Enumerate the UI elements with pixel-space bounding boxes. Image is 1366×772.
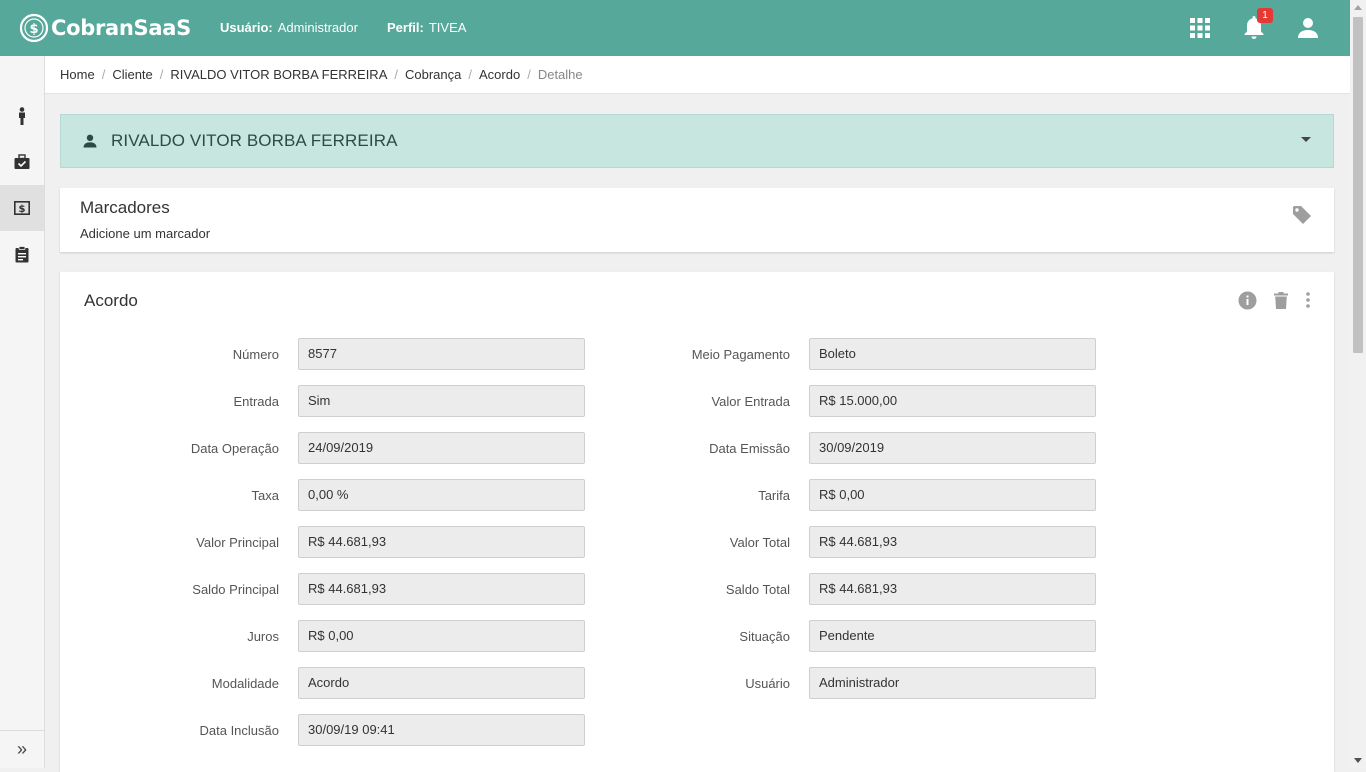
data-emissao-field[interactable]: 30/09/2019	[809, 432, 1096, 464]
tarifa-field[interactable]: R$ 0,00	[809, 479, 1096, 511]
sidebar-item-person[interactable]	[0, 93, 44, 139]
client-expansion-panel[interactable]: RIVALDO VITOR BORBA FERREIRA	[60, 114, 1334, 168]
person-icon	[19, 107, 25, 125]
juros-label: Juros	[247, 629, 279, 644]
info-icon	[1238, 291, 1256, 309]
info-button[interactable]	[1236, 289, 1258, 311]
numero-field[interactable]: 8577	[298, 338, 585, 370]
entrada-field[interactable]: Sim	[298, 385, 585, 417]
saldo-total-field[interactable]: R$ 44.681,93	[809, 573, 1096, 605]
sidebar: $ »	[0, 56, 45, 768]
briefcase-check-icon	[14, 154, 30, 169]
data-operacao-field[interactable]: 24/09/2019	[298, 432, 585, 464]
user-value: Administrador	[277, 20, 358, 35]
delete-button[interactable]	[1270, 289, 1292, 311]
svg-text:$: $	[29, 22, 38, 37]
juros-field[interactable]: R$ 0,00	[298, 620, 585, 652]
saldo-total-label: Saldo Total	[725, 582, 790, 597]
breadcrumb-separator: /	[394, 67, 398, 82]
tarifa-label: Tarifa	[758, 488, 790, 503]
meio-pagamento-label: Meio Pagamento	[691, 347, 790, 362]
sidebar-item-cobranca[interactable]: $	[0, 185, 44, 231]
scrollbar-thumb[interactable]	[1353, 17, 1363, 353]
meio-pagamento-field[interactable]: Boleto	[809, 338, 1096, 370]
data-operacao-label: Data Operação	[190, 441, 279, 456]
client-name: RIVALDO VITOR BORBA FERREIRA	[111, 131, 398, 150]
valor-total-label: Valor Total	[729, 535, 790, 550]
sidebar-item-briefcase[interactable]	[0, 139, 44, 185]
tag-icon[interactable]	[1292, 205, 1312, 225]
profile-label: Perfil:	[387, 20, 424, 35]
current-user: Usuário: Administrador	[220, 20, 358, 35]
breadcrumb-cobranca[interactable]: Cobrança	[405, 67, 461, 82]
situacao-label: Situação	[739, 629, 790, 644]
apps-button[interactable]	[1186, 14, 1214, 42]
taxa-label: Taxa	[251, 488, 279, 503]
modalidade-label: Modalidade	[211, 676, 279, 691]
breadcrumb: Home / Cliente / RIVALDO VITOR BORBA FER…	[45, 56, 1350, 94]
saldo-principal-field[interactable]: R$ 44.681,93	[298, 573, 585, 605]
account-icon	[1298, 18, 1318, 38]
caret-down-icon[interactable]	[1301, 137, 1311, 142]
trash-icon	[1274, 291, 1288, 309]
scroll-up-arrow[interactable]	[1354, 5, 1362, 10]
entrada-label: Entrada	[233, 394, 279, 409]
app-logo[interactable]: $ CobranSaaS	[19, 11, 191, 45]
apps-grid-icon	[1190, 18, 1210, 38]
valor-entrada-field[interactable]: R$ 15.000,00	[809, 385, 1096, 417]
breadcrumb-detalhe: Detalhe	[537, 67, 583, 82]
person-icon	[83, 134, 97, 148]
data-inclusao-label: Data Inclusão	[199, 723, 280, 738]
current-profile: Perfil: TIVEA	[387, 20, 466, 35]
sidebar-item-clipboard[interactable]	[0, 231, 44, 277]
breadcrumb-separator: /	[159, 67, 164, 82]
add-tag-link[interactable]: Adicione um marcador	[80, 226, 210, 241]
acordo-card: Acordo Número 8577 Entrada Sim Data Oper…	[60, 272, 1334, 772]
breadcrumb-separator: /	[101, 67, 106, 82]
more-vert-icon	[1306, 292, 1310, 308]
valor-total-field[interactable]: R$ 44.681,93	[809, 526, 1096, 558]
account-button[interactable]	[1294, 14, 1322, 42]
numero-label: Número	[232, 347, 279, 362]
top-app-bar: $ CobranSaaS Usuário: Administrador Perfi…	[0, 0, 1350, 56]
money-icon: $	[14, 201, 30, 215]
sidebar-expand-button[interactable]: »	[0, 730, 44, 768]
breadcrumb-separator: /	[527, 67, 531, 82]
acordo-title: Acordo	[84, 291, 138, 310]
breadcrumb-acordo[interactable]: Acordo	[479, 67, 520, 82]
taxa-field[interactable]: 0,00 %	[298, 479, 585, 511]
valor-principal-label: Valor Principal	[196, 535, 279, 550]
breadcrumb-cliente[interactable]: Cliente	[112, 67, 152, 82]
svg-text:$: $	[19, 204, 26, 215]
usuario-field[interactable]: Administrador	[809, 667, 1096, 699]
brand-name: CobranSaaS	[51, 16, 191, 40]
breadcrumb-separator: /	[468, 67, 472, 82]
scroll-down-arrow[interactable]	[1354, 758, 1362, 763]
user-label: Usuário:	[220, 20, 273, 35]
modalidade-field[interactable]: Acordo	[298, 667, 585, 699]
usuario-label: Usuário	[745, 676, 790, 691]
breadcrumb-home[interactable]: Home	[60, 67, 95, 82]
tags-title: Marcadores	[80, 198, 170, 217]
more-options-button[interactable]	[1297, 289, 1319, 311]
valor-entrada-label: Valor Entrada	[711, 394, 790, 409]
page-scrollbar[interactable]	[1350, 0, 1366, 768]
situacao-field[interactable]: Pendente	[809, 620, 1096, 652]
valor-principal-field[interactable]: R$ 44.681,93	[298, 526, 585, 558]
clipboard-icon	[15, 245, 29, 262]
saldo-principal-label: Saldo Principal	[192, 582, 279, 597]
data-emissao-label: Data Emissão	[709, 441, 790, 456]
logo-icon: $	[19, 13, 49, 43]
expand-icon: »	[16, 739, 27, 759]
profile-value: TIVEA	[428, 20, 467, 35]
notification-badge: 1	[1257, 8, 1273, 23]
breadcrumb-client-name[interactable]: RIVALDO VITOR BORBA FERREIRA	[170, 67, 387, 82]
tags-card: Marcadores Adicione um marcador	[60, 188, 1334, 252]
data-inclusao-field[interactable]: 30/09/19 09:41	[298, 714, 585, 746]
